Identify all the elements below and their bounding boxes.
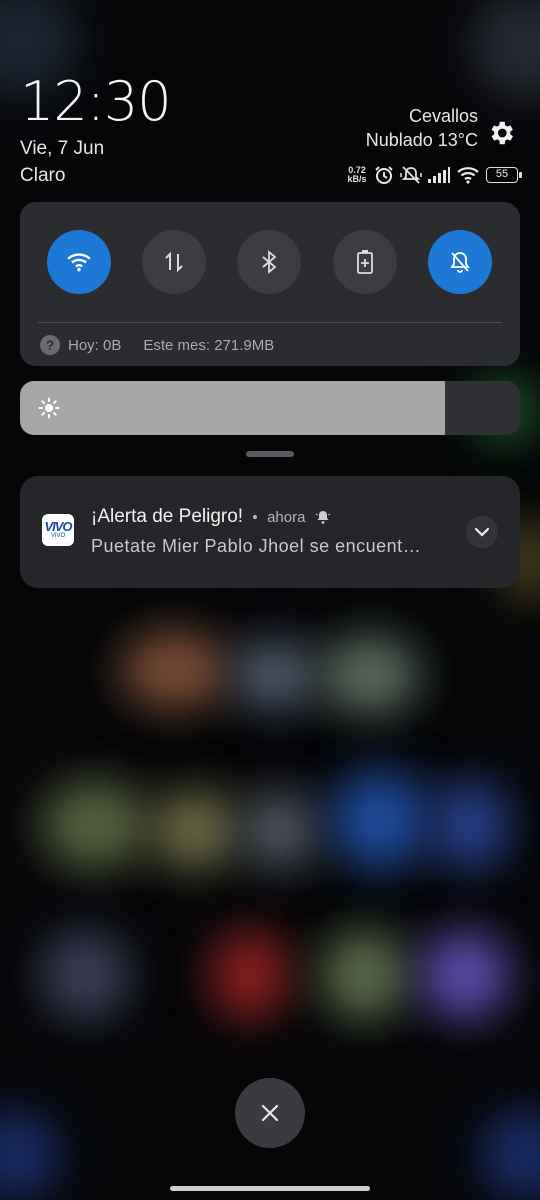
mobile-data-toggle[interactable] — [142, 230, 206, 294]
battery-icon: 55 — [486, 167, 522, 183]
quick-settings-panel: ? Hoy: 0B Este mes: 271.9MB — [20, 202, 520, 366]
help-icon: ? — [40, 335, 60, 355]
close-icon — [261, 1104, 279, 1122]
bell-ringing-icon — [316, 511, 331, 524]
home-gesture-bar[interactable] — [170, 1186, 370, 1191]
battery-plus-icon — [357, 250, 373, 274]
clear-all-button[interactable] — [235, 1078, 305, 1148]
app-icon: VIVO VIVO — [42, 514, 74, 546]
weather-condition: Nublado 13°C — [365, 130, 478, 150]
gear-icon[interactable] — [486, 118, 516, 148]
data-month: Este mes: 271.9MB — [143, 336, 275, 354]
battery-saver-toggle[interactable] — [333, 230, 397, 294]
data-arrows-icon — [165, 251, 183, 273]
separator-dot — [253, 515, 258, 519]
chevron-down-icon — [474, 527, 490, 537]
expand-button[interactable] — [466, 516, 498, 548]
weather-location: Cevallos — [408, 106, 478, 126]
alarm-icon — [375, 166, 393, 184]
bell-off-icon — [450, 252, 470, 273]
carrier-name: Claro — [20, 165, 66, 186]
wifi-icon — [67, 253, 91, 272]
notification-time: ahora — [267, 508, 306, 526]
notification-title: ¡Alerta de Peligro! — [91, 506, 244, 527]
panel-drag-handle[interactable] — [246, 451, 294, 457]
bluetooth-icon — [262, 250, 277, 274]
sun-icon — [38, 397, 60, 419]
status-icons: 0.72 kB/s 55 — [346, 162, 522, 188]
network-speed: 0.72 kB/s — [346, 166, 368, 184]
data-today: Hoy: 0B — [68, 336, 122, 354]
data-usage-row[interactable]: ? Hoy: 0B Este mes: 271.9MB — [40, 335, 274, 355]
app-icon-logo: VIVO — [44, 519, 72, 534]
notification-card[interactable]: VIVO VIVO ¡Alerta de Peligro! ahora Puet… — [20, 476, 520, 588]
wifi-icon — [457, 167, 479, 184]
silent-vibrate-icon — [400, 166, 422, 184]
wifi-toggle[interactable] — [47, 230, 111, 294]
mute-toggle[interactable] — [428, 230, 492, 294]
date[interactable]: Vie, 7 Jun — [20, 138, 104, 160]
notification-header: ¡Alerta de Peligro! ahora — [91, 506, 331, 528]
bluetooth-toggle[interactable] — [237, 230, 301, 294]
network-speed-unit: kB/s — [347, 174, 367, 184]
brightness-slider[interactable] — [20, 381, 520, 435]
quick-settings-divider — [38, 322, 502, 323]
signal-icon — [428, 167, 450, 183]
status-header: 12:30 Vie, 7 Jun Claro Cevallos Nublado … — [0, 0, 540, 200]
clock[interactable]: 12:30 — [20, 70, 172, 133]
brightness-level-fill — [20, 381, 445, 435]
notification-body: Puetate Mier Pablo Jhoel se encuent… — [91, 536, 422, 556]
app-icon-sub: VIVO — [50, 533, 66, 539]
